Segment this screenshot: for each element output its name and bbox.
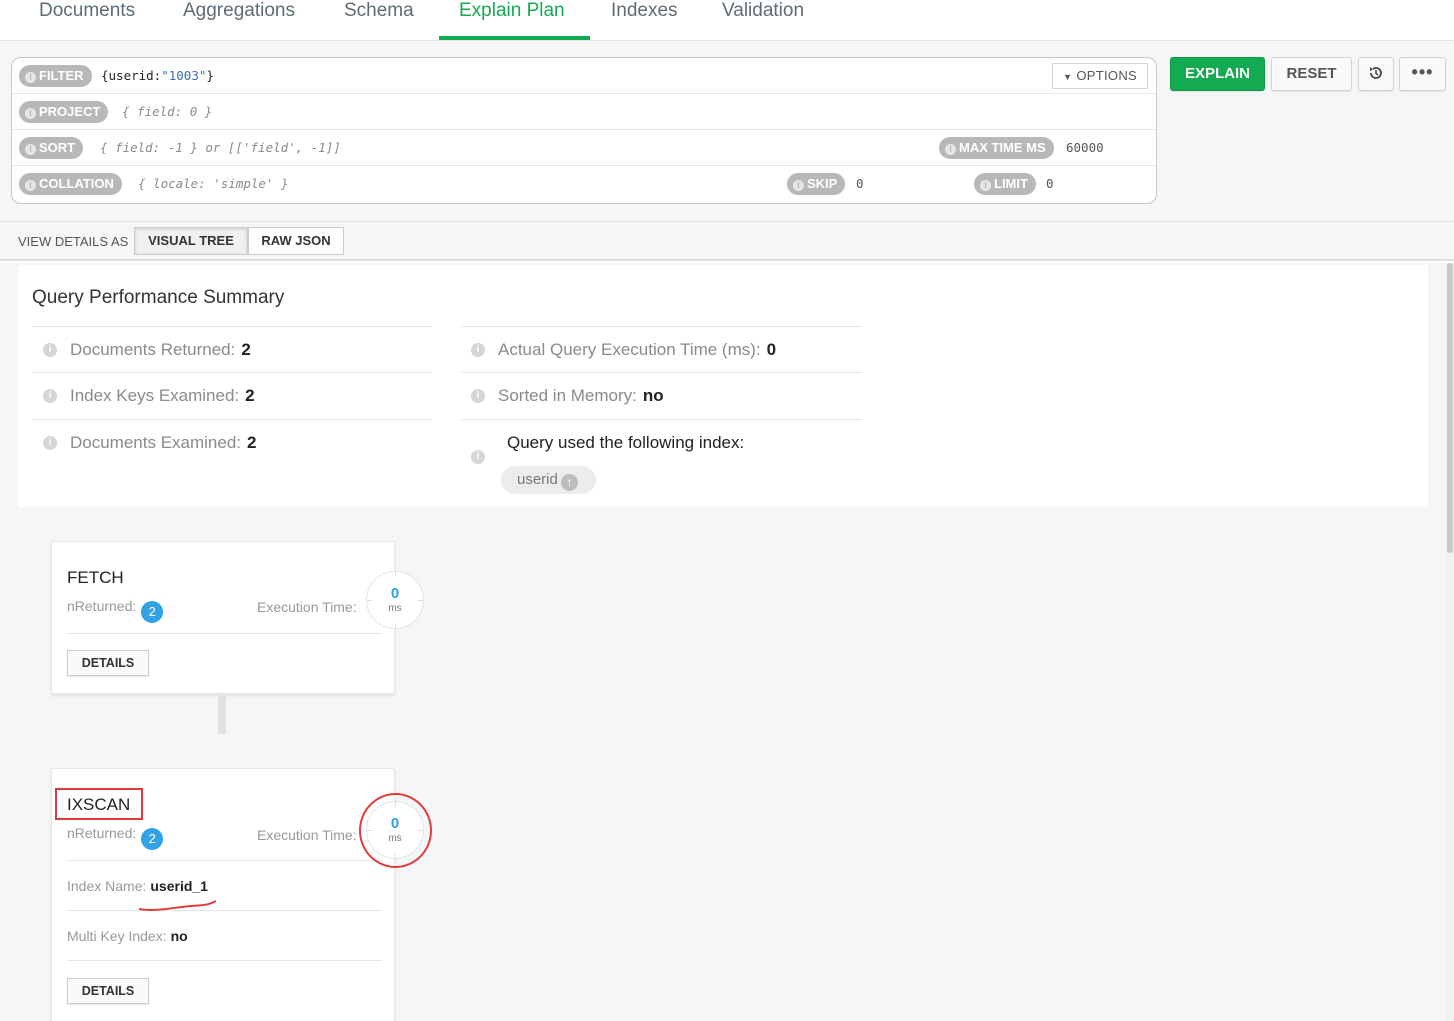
divider bbox=[67, 960, 382, 961]
more-options-button[interactable]: ••• bbox=[1399, 57, 1446, 91]
execution-time-row: i Actual Query Execution Time (ms): 0 bbox=[461, 326, 862, 373]
project-input[interactable]: { field: 0 } bbox=[122, 104, 212, 119]
limit-input[interactable]: 0 bbox=[1046, 176, 1054, 191]
explain-button[interactable]: EXPLAIN bbox=[1170, 57, 1265, 91]
execution-time-label: Execution Time: bbox=[257, 827, 357, 843]
caret-down-icon: ▼ bbox=[1063, 72, 1073, 82]
documents-examined-value: 2 bbox=[247, 433, 257, 452]
info-icon: i bbox=[25, 108, 36, 119]
documents-returned-value: 2 bbox=[241, 340, 251, 359]
view-details-row: VIEW DETAILS AS VISUAL TREE RAW JSON bbox=[0, 221, 1454, 261]
nreturned-badge: 2 bbox=[141, 601, 164, 623]
query-bar-area: i FILTER {userid:"1003"} ▼ OPTIONS i PROJEC… bbox=[0, 41, 1454, 221]
stage-card-fetch: FETCH nReturned: 2 Execution Time: DETAIL… bbox=[51, 541, 395, 694]
project-row: i PROJECT { field: 0 } bbox=[12, 94, 1156, 130]
history-button[interactable] bbox=[1358, 57, 1394, 91]
info-icon[interactable]: i bbox=[471, 343, 485, 357]
index-pill[interactable]: userid ↑ bbox=[501, 466, 596, 494]
index-name-value: userid_1 bbox=[150, 878, 208, 894]
tab-documents[interactable]: Documents bbox=[19, 0, 155, 40]
execution-time-unit: ms bbox=[388, 603, 402, 614]
more-icon: ••• bbox=[1411, 62, 1434, 82]
collection-tabs: Documents Aggregations Schema Explain Pl… bbox=[0, 0, 1454, 41]
history-icon bbox=[1370, 67, 1382, 79]
reset-button[interactable]: RESET bbox=[1271, 57, 1352, 91]
info-icon[interactable]: i bbox=[43, 389, 57, 403]
scrollbar-thumb[interactable] bbox=[1447, 263, 1453, 553]
visual-tree-button[interactable]: VISUAL TREE bbox=[134, 227, 248, 255]
filter-label[interactable]: i FILTER bbox=[19, 65, 92, 87]
nreturned-label: nReturned: bbox=[67, 825, 137, 841]
index-keys-examined-row: i Index Keys Examined: 2 bbox=[33, 372, 432, 419]
arrow-up-icon: ↑ bbox=[560, 474, 578, 491]
query-performance-summary: Query Performance Summary i Documents Re… bbox=[18, 265, 1428, 507]
divider bbox=[67, 633, 382, 634]
options-button[interactable]: ▼ OPTIONS bbox=[1052, 63, 1148, 89]
tab-explain-plan[interactable]: Explain Plan bbox=[439, 0, 590, 40]
sorted-in-memory-value: no bbox=[642, 386, 664, 405]
collation-label[interactable]: i COLLATION bbox=[19, 173, 122, 195]
collation-input[interactable]: { locale: 'simple' } bbox=[138, 176, 289, 191]
documents-returned-row: i Documents Returned: 2 bbox=[33, 326, 432, 373]
execution-time-value: 0 bbox=[766, 340, 777, 359]
max-time-ms-input[interactable]: 60000 bbox=[1066, 140, 1104, 155]
skip-label[interactable]: i SKIP bbox=[787, 173, 846, 195]
annotation-box bbox=[55, 788, 143, 820]
raw-json-button[interactable]: RAW JSON bbox=[248, 227, 344, 255]
details-button[interactable]: DETAILS bbox=[67, 650, 149, 676]
stage-title: FETCH bbox=[67, 568, 124, 587]
index-keys-examined-value: 2 bbox=[245, 386, 255, 405]
max-time-ms-label[interactable]: i MAX TIME MS bbox=[939, 137, 1054, 159]
execution-time-label: Execution Time: bbox=[257, 599, 357, 615]
info-icon[interactable]: i bbox=[43, 343, 57, 357]
tab-validation[interactable]: Validation bbox=[702, 0, 824, 40]
view-details-label: VIEW DETAILS AS bbox=[18, 234, 129, 249]
summary-title: Query Performance Summary bbox=[32, 287, 285, 308]
annotation-circle bbox=[359, 793, 432, 868]
sort-row: i SORT { field: -1 } or [['field', -1]] i… bbox=[12, 130, 1156, 166]
stage-connector bbox=[218, 694, 226, 734]
info-icon[interactable]: i bbox=[43, 436, 57, 450]
sort-label[interactable]: i SORT bbox=[19, 137, 84, 159]
tab-indexes[interactable]: Indexes bbox=[591, 0, 698, 40]
annotation-underline bbox=[138, 900, 217, 911]
multikey-value: no bbox=[170, 928, 188, 944]
tab-aggregations[interactable]: Aggregations bbox=[163, 0, 315, 40]
documents-examined-row: i Documents Examined: 2 bbox=[33, 419, 432, 466]
index-name-row: Index Name: userid_1 bbox=[67, 878, 208, 894]
sort-input[interactable]: { field: -1 } or [['field', -1]] bbox=[100, 140, 341, 155]
info-icon: i bbox=[25, 180, 36, 191]
nreturned-badge: 2 bbox=[141, 828, 164, 850]
info-icon[interactable]: i bbox=[471, 389, 485, 403]
index-used-label: Query used the following index: bbox=[507, 433, 745, 452]
divider bbox=[67, 860, 382, 861]
query-bar: i FILTER {userid:"1003"} ▼ OPTIONS i PROJEC… bbox=[11, 57, 1157, 204]
details-button[interactable]: DETAILS bbox=[67, 978, 149, 1004]
collation-row: i COLLATION { locale: 'simple' } i SKIP 0 … bbox=[12, 166, 1156, 202]
sorted-in-memory-row: i Sorted in Memory: no bbox=[461, 372, 862, 419]
tab-schema[interactable]: Schema bbox=[324, 0, 434, 40]
filter-input[interactable]: {userid:"1003"} bbox=[101, 68, 214, 83]
divider bbox=[67, 910, 382, 911]
filter-row: i FILTER {userid:"1003"} ▼ OPTIONS bbox=[12, 58, 1156, 94]
info-icon: i bbox=[793, 180, 804, 191]
skip-input[interactable]: 0 bbox=[856, 176, 864, 191]
info-icon: i bbox=[25, 72, 36, 83]
multikey-row: Multi Key Index: no bbox=[67, 928, 188, 944]
nreturned-label: nReturned: bbox=[67, 598, 137, 614]
execution-time-value: 0 bbox=[390, 585, 400, 602]
index-used-row: i Query used the following index: userid… bbox=[461, 419, 862, 499]
project-label[interactable]: i PROJECT bbox=[19, 101, 109, 123]
execution-time-clock: 0 ms bbox=[366, 571, 424, 629]
info-icon[interactable]: i bbox=[471, 450, 485, 464]
info-icon: i bbox=[980, 180, 991, 191]
info-icon: i bbox=[25, 144, 36, 155]
limit-label[interactable]: i LIMIT bbox=[974, 173, 1036, 195]
info-icon: i bbox=[945, 144, 956, 155]
